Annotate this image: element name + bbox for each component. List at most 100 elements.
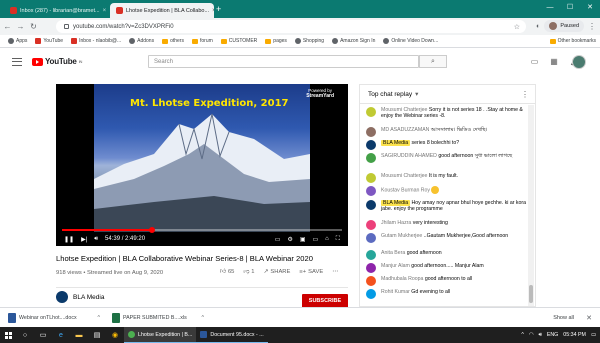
chrome-icon[interactable]: ◉ — [106, 327, 124, 343]
chat-author[interactable]: BLA Media — [381, 140, 411, 146]
chat-header[interactable]: Top chat replay ▾ ⋮ — [360, 85, 535, 104]
volume-icon[interactable]: 🔊︎ — [538, 332, 541, 339]
chat-avatar[interactable] — [366, 220, 376, 230]
chat-author[interactable]: MD ASADUZZAMAN — [381, 127, 429, 133]
back-icon[interactable]: ← — [2, 22, 13, 31]
download-item[interactable]: PAPER SUBMITED B....xls ^ — [112, 312, 208, 323]
search-button[interactable]: ⌕ — [419, 55, 447, 68]
tab-inbox[interactable]: Inbox (287) - librarian@bramet... × — [4, 3, 108, 18]
chat-author[interactable]: Anita Bera — [381, 250, 405, 256]
bookmark-others[interactable]: others — [162, 38, 184, 44]
subscribe-button[interactable]: SUBSCRIBE — [302, 294, 348, 308]
chevron-up-icon[interactable]: ^ — [98, 315, 101, 321]
bookmark-shopping[interactable]: Shopping — [294, 38, 324, 44]
chat-avatar[interactable] — [366, 107, 376, 117]
fullscreen-icon[interactable]: ⛶ — [336, 236, 340, 243]
pause-icon[interactable]: ❚❚ — [64, 236, 74, 243]
apps-grid-icon[interactable]: ▦ — [550, 57, 558, 66]
channel-info[interactable]: BLA Media — [56, 291, 104, 303]
store-icon[interactable]: ▤ — [88, 327, 106, 343]
task-view-icon[interactable]: ▭ — [34, 327, 52, 343]
chat-author[interactable]: Mousumi Chatterjee — [381, 173, 427, 179]
address-bar[interactable]: youtube.com/watch?v=Zc3DVXPRFi0 ☆ — [56, 20, 526, 33]
chevron-down-icon[interactable]: ▾ — [415, 90, 418, 98]
next-icon[interactable]: ▶| — [81, 236, 87, 243]
progress-bar[interactable] — [62, 227, 342, 233]
close-window-icon[interactable]: ✕ — [580, 0, 600, 14]
chat-avatar[interactable] — [366, 173, 376, 183]
chat-avatar[interactable] — [366, 140, 376, 150]
new-tab-button[interactable]: + — [216, 4, 221, 14]
chat-author[interactable]: Rohit Kumar — [381, 289, 410, 295]
bookmark-inbox[interactable]: Inbox - nlaobib@... — [71, 38, 121, 44]
chat-avatar[interactable] — [366, 250, 376, 260]
close-icon[interactable]: ✕ — [586, 314, 592, 322]
file-explorer-icon[interactable]: ▬ — [70, 327, 88, 343]
notification-icon[interactable]: ▭ — [591, 332, 596, 338]
taskbar-app-word[interactable]: Document 95.docx - ... — [196, 327, 268, 343]
chat-author[interactable]: Jhilam Hazra — [381, 220, 411, 226]
bookmark-amazon[interactable]: Amazon Sign In — [332, 38, 375, 44]
settings-icon[interactable]: ⚙ — [287, 236, 292, 243]
save-button[interactable]: ≡+ SAVE — [299, 269, 323, 275]
chat-author[interactable]: BLA Media — [381, 200, 411, 206]
forward-icon[interactable]: → — [15, 22, 26, 31]
like-button[interactable]: 👍︎ 65 — [220, 268, 235, 276]
chat-avatar[interactable] — [366, 233, 376, 243]
chat-avatar[interactable] — [366, 186, 376, 196]
chevron-up-icon[interactable]: ^ — [521, 332, 524, 338]
volume-icon[interactable]: 🔊︎ — [94, 236, 98, 243]
chat-author[interactable]: Gutam Mukherjee — [381, 233, 422, 239]
language-indicator[interactable]: ENG — [547, 332, 558, 338]
chat-avatar[interactable] — [366, 263, 376, 273]
scrollbar-thumb[interactable] — [529, 285, 533, 303]
share-button[interactable]: ↗ SHARE — [264, 269, 291, 275]
more-icon[interactable]: ⋯ — [332, 269, 338, 275]
hamburger-menu-icon[interactable] — [12, 58, 22, 66]
cast-icon[interactable]: ⌂ — [325, 236, 329, 243]
reload-icon[interactable]: ↻ — [28, 22, 39, 31]
windows-start-icon[interactable] — [0, 327, 16, 343]
chat-avatar[interactable] — [366, 289, 376, 299]
bookmark-other[interactable]: Other bookmarks — [549, 38, 596, 44]
clock[interactable]: 05:34 PM — [563, 332, 586, 338]
bookmark-youtube[interactable]: YouTube — [35, 38, 63, 44]
create-video-icon[interactable]: ▭ — [531, 57, 539, 66]
chevron-up-icon[interactable]: ^ — [202, 315, 205, 321]
dislike-button[interactable]: 👎︎ 1 — [243, 268, 254, 276]
close-icon[interactable]: × — [212, 8, 214, 14]
youtube-logo[interactable]: YouTube IN — [32, 57, 82, 66]
taskbar-app-chrome[interactable]: Lhotse Expedition | B... — [124, 327, 197, 343]
bookmark-video-downloader[interactable]: Online Video Down... — [383, 38, 438, 44]
chat-avatar[interactable] — [366, 276, 376, 286]
channel-avatar[interactable] — [56, 291, 68, 303]
bookmark-star-icon[interactable]: ☆ — [514, 23, 520, 31]
theater-icon[interactable]: ▭ — [313, 236, 319, 243]
video-player[interactable]: Mt. Lhotse Expedition, 2017 Powered by S… — [56, 84, 348, 246]
search-input[interactable]: Search — [148, 55, 419, 68]
chat-avatar[interactable] — [366, 200, 376, 210]
bookmark-forum[interactable]: forum — [191, 38, 213, 44]
chat-author[interactable]: Mousumi Chatterjee — [381, 107, 427, 113]
miniplayer-icon[interactable]: ▣ — [300, 236, 306, 243]
bookmark-customer[interactable]: CUSTOMER — [220, 38, 257, 44]
search-icon[interactable]: ○ — [16, 327, 34, 343]
chat-avatar[interactable] — [366, 127, 376, 137]
subtitles-icon[interactable]: ▭ — [275, 236, 281, 243]
bookmark-apps[interactable]: Apps — [8, 38, 27, 44]
chat-author[interactable]: Madhubala Roopa — [381, 276, 423, 282]
chat-avatar[interactable] — [366, 153, 376, 163]
chat-author[interactable]: SAGIRUDDIN AHAMED — [381, 153, 437, 159]
channel-name[interactable]: BLA Media — [73, 294, 104, 301]
maximize-icon[interactable]: ☐ — [560, 0, 580, 14]
more-options-icon[interactable]: ⋮ — [521, 90, 529, 99]
chat-scrollbar[interactable] — [528, 105, 534, 306]
extension-icon[interactable]: ◐ — [536, 23, 540, 30]
wifi-icon[interactable]: ◠ — [529, 332, 534, 338]
edge-icon[interactable]: e — [52, 327, 70, 343]
chat-author[interactable]: Koustav Burman Roy — [381, 187, 430, 193]
show-all-button[interactable]: Show all — [553, 315, 574, 321]
bookmark-pages[interactable]: pages — [265, 38, 287, 44]
minimize-icon[interactable]: — — [540, 0, 560, 14]
tab-youtube[interactable]: Lhotse Expedition | BLA Collabo... × — [110, 3, 214, 18]
